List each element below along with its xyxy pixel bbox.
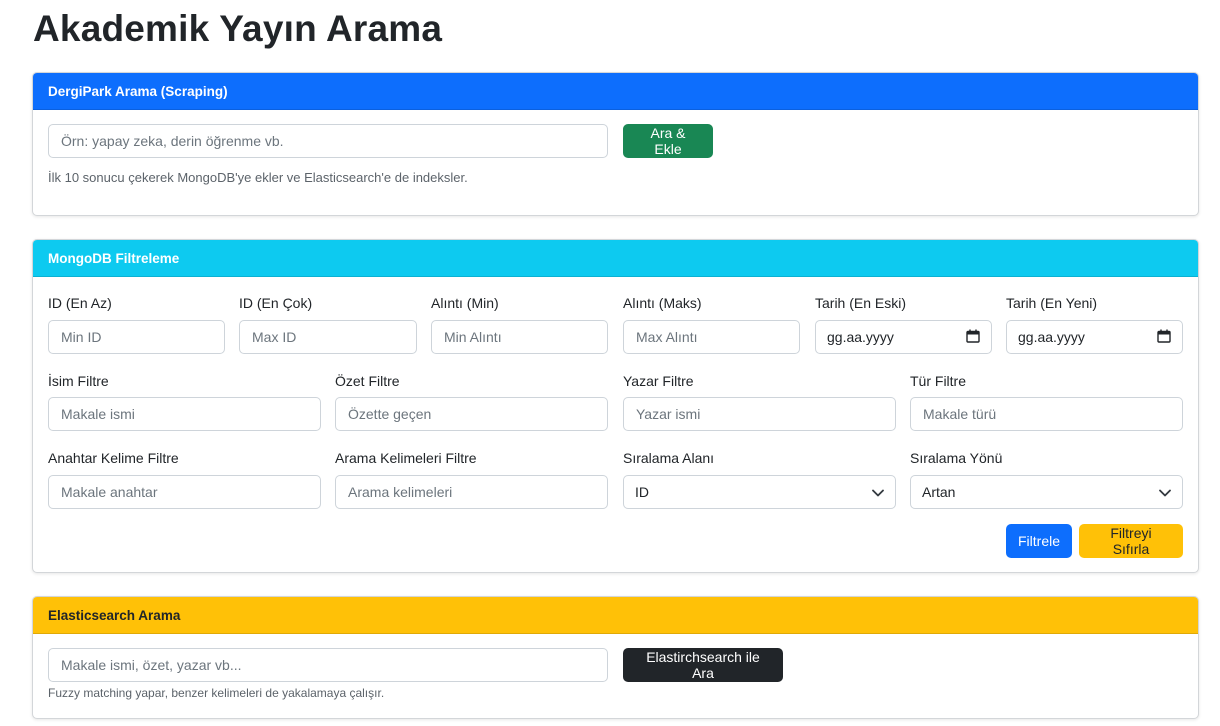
dergipark-search-input[interactable] xyxy=(48,124,608,158)
keyword-filter-label: Anahtar Kelime Filtre xyxy=(48,450,179,466)
reset-filter-button[interactable]: Filtreyi Sıfırla xyxy=(1079,524,1183,558)
search-terms-filter-label: Arama Kelimeleri Filtre xyxy=(335,450,477,466)
filter-button[interactable]: Filtrele xyxy=(1006,524,1072,558)
id-min-label: ID (En Az) xyxy=(48,295,112,311)
calendar-icon[interactable] xyxy=(966,329,980,346)
type-filter-label: Tür Filtre xyxy=(910,373,966,389)
search-terms-filter-input[interactable] xyxy=(335,475,608,509)
elasticsearch-help-text: Fuzzy matching yapar, benzer kelimeleri … xyxy=(48,686,385,700)
elasticsearch-card-header: Elasticsearch Arama xyxy=(33,597,1198,634)
id-max-label: ID (En Çok) xyxy=(239,295,313,311)
date-newest-value: gg.aa.yyyy xyxy=(1018,329,1085,345)
date-oldest-label: Tarih (En Eski) xyxy=(815,295,907,311)
citation-max-label: Alıntı (Maks) xyxy=(623,295,702,311)
chevron-down-icon xyxy=(872,484,884,500)
date-oldest-input[interactable]: gg.aa.yyyy xyxy=(815,320,992,354)
keyword-filter-input[interactable] xyxy=(48,475,321,509)
date-newest-input[interactable]: gg.aa.yyyy xyxy=(1006,320,1183,354)
elasticsearch-search-button[interactable]: Elastirchsearch ile Ara xyxy=(623,648,783,682)
citation-max-input[interactable] xyxy=(623,320,800,354)
name-filter-input[interactable] xyxy=(48,397,321,431)
citation-min-label: Alıntı (Min) xyxy=(431,295,499,311)
citation-min-input[interactable] xyxy=(431,320,608,354)
date-oldest-value: gg.aa.yyyy xyxy=(827,329,894,345)
calendar-icon[interactable] xyxy=(1157,329,1171,346)
name-filter-label: İsim Filtre xyxy=(48,373,109,389)
dergipark-help-text: İlk 10 sonucu çekerek MongoDB'ye ekler v… xyxy=(48,170,468,185)
page-title: Akademik Yayın Arama xyxy=(33,8,443,49)
elasticsearch-search-input[interactable] xyxy=(48,648,608,682)
id-min-input[interactable] xyxy=(48,320,225,354)
sort-direction-value: Artan xyxy=(922,484,956,500)
sort-direction-select[interactable]: Artan xyxy=(910,475,1183,509)
date-newest-label: Tarih (En Yeni) xyxy=(1006,295,1098,311)
summary-filter-input[interactable] xyxy=(335,397,608,431)
sort-field-select[interactable]: ID xyxy=(623,475,896,509)
sort-field-label: Sıralama Alanı xyxy=(623,450,715,466)
mongodb-card-header: MongoDB Filtreleme xyxy=(33,240,1198,277)
dergipark-card: DergiPark Arama (Scraping) Ara & Ekle İl… xyxy=(32,72,1199,216)
elasticsearch-card: Elasticsearch Arama Elastirchsearch ile … xyxy=(32,596,1199,719)
id-max-input[interactable] xyxy=(239,320,417,354)
dergipark-card-header: DergiPark Arama (Scraping) xyxy=(33,73,1198,110)
chevron-down-icon xyxy=(1159,484,1171,500)
summary-filter-label: Özet Filtre xyxy=(335,373,400,389)
author-filter-input[interactable] xyxy=(623,397,896,431)
sort-direction-label: Sıralama Yönü xyxy=(910,450,1003,466)
author-filter-label: Yazar Filtre xyxy=(623,373,694,389)
dergipark-search-button[interactable]: Ara & Ekle xyxy=(623,124,713,158)
sort-field-value: ID xyxy=(635,484,649,500)
mongodb-filter-card: MongoDB Filtreleme ID (En Az) ID (En Çok… xyxy=(32,239,1199,573)
type-filter-input[interactable] xyxy=(910,397,1183,431)
